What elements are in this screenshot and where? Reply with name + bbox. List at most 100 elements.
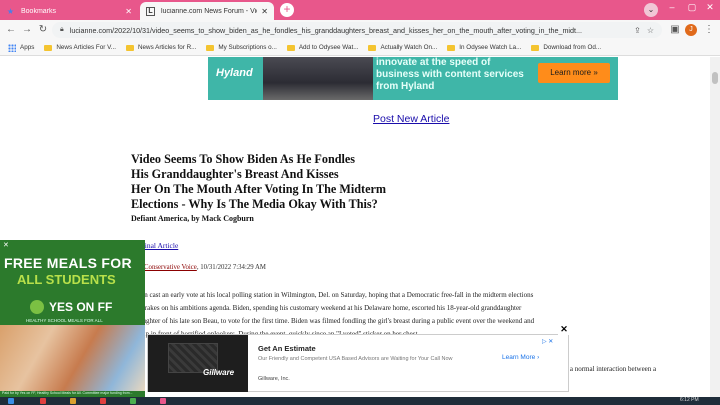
article-byline: Defiant America, by Mack Cogburn [131,214,254,223]
free-meals-ad[interactable]: ✕ FREE MEALS FOR ALL STUDENTS YES ON FF … [0,240,145,397]
new-tab-button[interactable]: + [280,3,294,17]
bookmark-folder[interactable]: Actually Watch On... [368,44,437,51]
timestamp: , 10/31/2022 7:34:29 AM [196,264,266,271]
ad-title: Get An Estimate [258,344,316,353]
title-line: Video Seems To Show Biden As He Fondles [131,152,356,166]
url-text: lucianne.com/2022/10/31/video_seems_to_s… [69,25,583,35]
bookmark-folder[interactable]: In Odysee Watch La... [447,44,521,51]
body-line-partial: e a normal interaction between a [565,365,657,373]
bookmark-label: News Articles For V... [56,44,116,51]
tab-search-icon[interactable]: ⌄ [644,3,658,17]
gillware-logo: Gillware [203,368,235,377]
ad-yes-text: YES ON FF [49,300,113,314]
lucianne-icon: L [146,6,155,16]
tab-bookmarks[interactable]: ★ Bookmarks ✕ [0,2,138,20]
bookmark-label: In Odysee Watch La... [459,44,522,51]
ad-description: Our Friendly and Competent USA Based Adv… [258,356,453,362]
post-new-article-link[interactable]: Post New Article [373,113,449,125]
scrollbar[interactable] [710,57,720,397]
bookmark-label: Actually Watch On... [380,44,438,51]
forward-icon[interactable]: → [20,23,34,37]
taskbar-app-icon[interactable] [40,398,46,404]
scrollbar-thumb[interactable] [712,72,718,84]
ad-yes-line: YES ON FF [30,300,112,314]
close-window-icon[interactable]: ✕ [702,2,718,13]
minimize-icon[interactable]: – [664,2,680,12]
close-tab-icon[interactable]: ✕ [125,7,132,16]
title-line: His Granddaughter's Breast And Kisses [131,167,339,181]
tab-title: Bookmarks [21,7,57,15]
avatar[interactable]: J [685,24,697,36]
taskbar-app-icon[interactable] [100,398,106,404]
bookmarks-bar: Apps News Articles For V... News Article… [0,40,720,56]
bookmark-label: News Articles for R... [137,44,197,51]
start-icon[interactable] [8,398,14,404]
tab-strip: ★ Bookmarks ✕ L lucianne.com News Forum … [0,0,720,20]
title-line: Elections - Why Is The Media Okay With T… [131,197,378,211]
title-line: Her On The Mouth After Voting In The Mid… [131,182,387,196]
tab-lucianne[interactable]: L lucianne.com News Forum - Vid... ✕ [140,2,274,20]
maximize-icon[interactable]: ▢ [684,2,700,13]
folder-icon [44,44,53,51]
close-ad-icon[interactable]: ✕ [558,324,570,335]
browser-toolbar: ← → ↻ 🔒︎ lucianne.com/2022/10/31/video_s… [0,20,720,40]
share-icon[interactable]: ⇪ [634,26,641,35]
ad-card[interactable]: Get An Estimate Our Friendly and Compete… [252,338,560,388]
reload-icon[interactable]: ↻ [36,23,50,37]
back-icon[interactable]: ← [4,23,18,37]
star-icon: ★ [6,6,15,16]
learn-more-button[interactable]: Learn more » [538,63,610,83]
address-bar[interactable]: 🔒︎ lucianne.com/2022/10/31/video_seems_t… [52,22,662,38]
ad-image [263,57,373,100]
hyland-banner-ad[interactable]: Hyland innovate at the speed of business… [208,57,618,100]
taskbar-clock: 6:12 PM [680,397,699,403]
folder-icon [368,44,377,51]
close-tab-icon[interactable]: ✕ [261,7,268,16]
taskbar-app-icon[interactable] [130,398,136,404]
article-title: Video Seems To Show Biden As He Fondles … [131,152,451,212]
close-ad-icon[interactable]: ✕ [3,241,9,249]
hyland-logo: Hyland [216,67,253,79]
ad-image: Gillware [148,335,248,392]
bookmark-label: Apps [20,44,35,51]
folder-icon [206,44,215,51]
ad-copy: innovate at the speed of business with c… [376,57,524,92]
ad-subheadline: ALL STUDENTS [17,272,116,287]
gillware-ad[interactable]: ✕ Gillware Get An Estimate Our Friendly … [147,324,570,392]
bookmark-folder[interactable]: Download from Od... [531,44,601,51]
body-line: the brakes on his ambitions agenda. Bide… [131,304,522,312]
ad-headline: FREE MEALS FOR [4,255,132,271]
page-content: Hyland innovate at the speed of business… [0,57,710,397]
learn-more-label: Learn More [502,354,536,361]
learn-more-link[interactable]: Learn More › [502,354,539,361]
tab-title: lucianne.com News Forum - Vid... [161,7,258,15]
bookmark-folder[interactable]: Add to Odysee Wat... [286,44,358,51]
bookmark-folder[interactable]: News Articles for R... [125,44,197,51]
adchoices-icon[interactable]: ▷ ✕ [542,338,553,345]
bookmark-folder[interactable]: My Subscriptions o... [206,44,277,51]
menu-icon[interactable]: ⋮ [702,23,716,37]
source-line: lack Conservative Voice, 10/31/2022 7:34… [131,264,266,271]
bookmark-label: My Subscriptions o... [218,44,277,51]
bookmark-folder[interactable]: News Articles For V... [44,44,116,51]
bookmark-label: Download from Od... [543,44,602,51]
taskbar-app-icon[interactable] [160,398,166,404]
chevron-right-icon: › [537,354,540,361]
ad-photo [0,325,145,391]
taskbar-app-icon[interactable] [70,398,76,404]
folder-icon [531,44,540,51]
body-line: e daughter of his late son Beau, to vote… [131,317,535,325]
apps-grid-icon [8,43,16,52]
ad-advertiser: Gillware, Inc. [258,376,290,382]
lock-icon[interactable]: 🔒︎ [60,26,64,34]
bookmark-apps[interactable]: Apps [8,43,35,52]
apple-icon [30,300,44,314]
folder-icon [447,44,456,51]
folder-icon [286,44,295,51]
folder-icon [125,44,134,51]
bookmark-star-icon[interactable]: ☆ [647,26,654,35]
extensions-icon[interactable]: ▣ [668,23,682,37]
ad-disclaimer: Paid for by Yes on FF, Healthy School Me… [2,391,133,395]
body-line: Biden cast an early vote at his local po… [131,291,534,299]
os-taskbar: 6:12 PM [0,397,720,405]
